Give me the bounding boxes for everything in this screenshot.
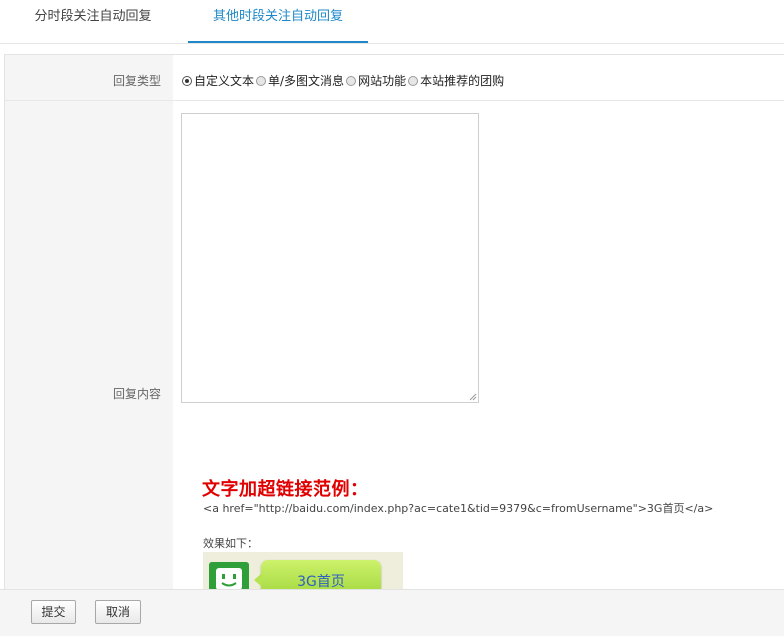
radio-label: 网站功能: [358, 74, 407, 88]
tab-time-slot-auto-reply[interactable]: 分时段关注自动回复: [0, 0, 186, 42]
radio-unselected-icon[interactable]: [408, 75, 419, 86]
cancel-button[interactable]: 取消: [95, 600, 141, 624]
radio-news-message[interactable]: 单/多图文消息: [256, 72, 344, 89]
reply-type-label: 回复类型: [112, 74, 161, 88]
radio-label: 自定义文本: [194, 74, 255, 88]
example-title: 文字加超链接范例：: [202, 479, 369, 500]
radio-site-function[interactable]: 网站功能: [346, 72, 406, 89]
form-footer: 提交 取消: [0, 589, 784, 636]
label-column: 回复内容: [5, 101, 173, 589]
radio-label: 本站推荐的团购: [420, 74, 505, 88]
reply-type-radio-group: 自定义文本 单/多图文消息 网站功能 本站推荐的团购: [182, 72, 506, 89]
radio-unselected-icon[interactable]: [256, 75, 267, 86]
reply-content-label: 回复内容: [112, 387, 161, 401]
effect-label: 效果如下：: [203, 537, 258, 550]
submit-button[interactable]: 提交: [31, 600, 76, 624]
radio-label: 单/多图文消息: [268, 74, 345, 88]
radio-custom-text[interactable]: 自定义文本: [182, 72, 254, 89]
label-column: 回复类型: [5, 55, 173, 100]
radio-recommended-group-buy[interactable]: 本站推荐的团购: [408, 72, 504, 89]
demo-link[interactable]: 3G首页: [261, 571, 381, 591]
tab-bar: 分时段关注自动回复 其他时段关注自动回复: [0, 0, 784, 44]
reply-content-textarea[interactable]: [181, 113, 479, 403]
example-code: <a href="http://baidu.com/index.php?ac=c…: [203, 502, 714, 515]
reply-content-row: 回复内容 文字加超链接范例： <a href="http://baidu.com…: [5, 101, 784, 614]
reply-form: 回复类型 自定义文本 单/多图文消息 网站功能 本站推荐的团购 回复内容 文字加…: [4, 54, 784, 614]
radio-unselected-icon[interactable]: [346, 75, 357, 86]
tab-other-time-auto-reply[interactable]: 其他时段关注自动回复: [188, 0, 368, 43]
radio-selected-icon[interactable]: [182, 75, 192, 86]
resize-grip-icon[interactable]: [469, 393, 477, 401]
reply-type-row: 回复类型 自定义文本 单/多图文消息 网站功能 本站推荐的团购: [5, 55, 784, 101]
